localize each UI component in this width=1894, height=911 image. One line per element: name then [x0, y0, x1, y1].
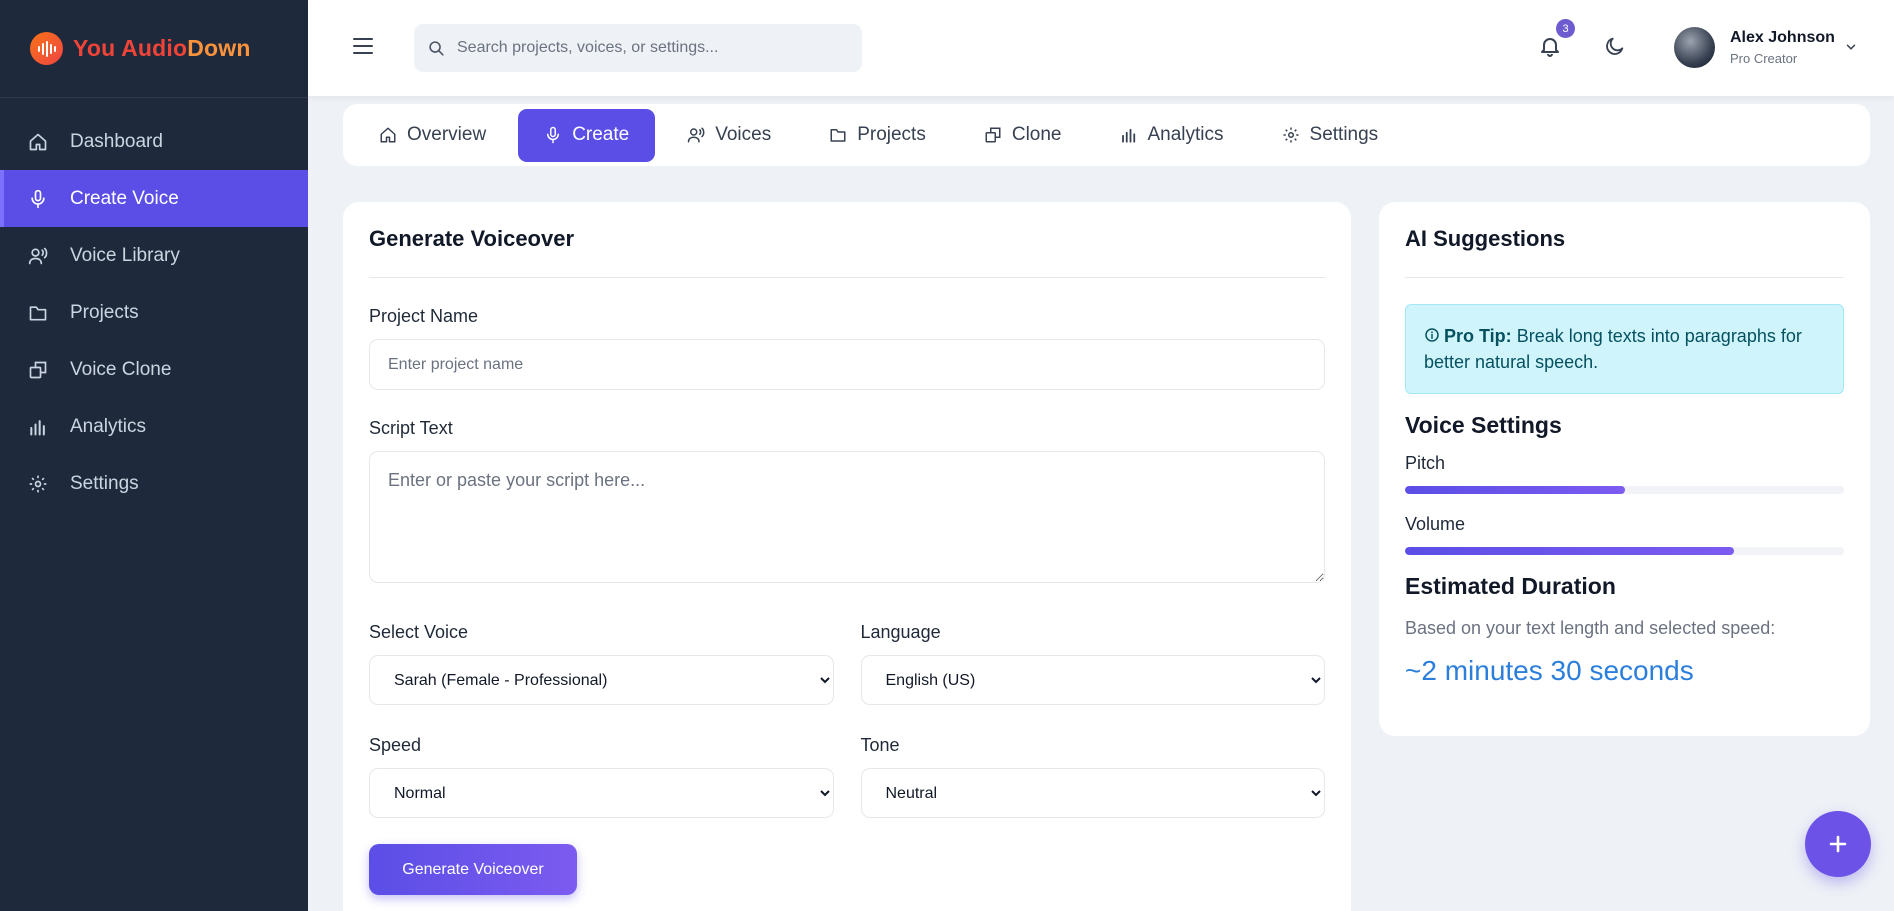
- tab-label: Create: [572, 124, 630, 145]
- generate-voiceover-card: Generate Voiceover Project Name Script T…: [343, 202, 1351, 911]
- speed-label: Speed: [369, 735, 422, 755]
- tab-overview[interactable]: Overview: [353, 109, 512, 162]
- gear-icon: [29, 475, 47, 492]
- tab-label: Clone: [1011, 124, 1062, 145]
- user-role: Pro Creator: [1730, 51, 1798, 66]
- clone-icon: [985, 127, 1001, 143]
- pitch-label: Pitch: [1405, 453, 1446, 473]
- moon-icon[interactable]: [1604, 35, 1626, 57]
- volume-bar-fill: [1405, 547, 1735, 555]
- folder-icon: [29, 305, 47, 320]
- sidebar-item-label: Projects: [70, 301, 139, 323]
- voice-select[interactable]: Sarah (Female - Professional): [369, 655, 834, 705]
- tab-analytics[interactable]: Analytics: [1094, 109, 1250, 162]
- sidebar-item-dashboard[interactable]: Dashboard: [0, 113, 308, 170]
- tone-select[interactable]: Neutral: [860, 768, 1325, 818]
- brand[interactable]: You AudioDown: [0, 0, 308, 98]
- sidebar-item-voice-library[interactable]: Voice Library: [0, 227, 308, 284]
- home-icon: [29, 133, 47, 150]
- chevron-down-icon[interactable]: [1844, 40, 1858, 54]
- tab-voices[interactable]: Voices: [661, 109, 797, 162]
- tab-label: Voices: [715, 124, 772, 145]
- avatar[interactable]: [1674, 27, 1715, 68]
- bar-chart-icon: [1121, 128, 1135, 143]
- speed-select[interactable]: Normal: [369, 768, 834, 818]
- pro-tip-prefix: Pro Tip:: [1444, 326, 1512, 346]
- bar-chart-icon: [30, 419, 45, 435]
- add-fab-button[interactable]: [1805, 811, 1871, 877]
- duration-description: Based on your text length and selected s…: [1405, 618, 1776, 638]
- sidebar-nav: Dashboard Create Voice Voice Library Pro…: [0, 113, 308, 512]
- sidebar-item-label: Voice Library: [70, 244, 180, 266]
- pitch-bar-fill: [1405, 486, 1625, 494]
- sidebar-item-label: Settings: [70, 472, 139, 494]
- tab-label: Analytics: [1147, 124, 1224, 145]
- info-icon: [1425, 328, 1439, 342]
- sidebar-item-analytics[interactable]: Analytics: [0, 398, 308, 455]
- tab-bar: Overview Create Voices Projects Clone An…: [343, 104, 1870, 166]
- language-select[interactable]: English (US): [860, 655, 1325, 705]
- tone-label: Tone: [860, 735, 900, 755]
- project-name-input[interactable]: [369, 339, 1325, 390]
- select-voice-label: Select Voice: [369, 622, 469, 642]
- sidebar-item-label: Create Voice: [70, 187, 179, 209]
- microphone-icon: [31, 189, 45, 208]
- user-name: Alex Johnson: [1730, 29, 1835, 46]
- pitch-bar: [1405, 486, 1844, 494]
- folder-icon: [830, 129, 846, 142]
- sidebar-item-voice-clone[interactable]: Voice Clone: [0, 341, 308, 398]
- tab-clone[interactable]: Clone: [958, 109, 1088, 162]
- brand-name: You AudioDown: [73, 35, 251, 61]
- audio-wave-logo-icon: [30, 32, 63, 65]
- project-name-label: Project Name: [369, 306, 479, 326]
- search-icon: [429, 40, 444, 56]
- script-text-label: Script Text: [369, 418, 453, 438]
- generate-voiceover-button[interactable]: Generate Voiceover: [369, 844, 577, 895]
- sidebar-item-label: Dashboard: [70, 130, 163, 152]
- script-textarea[interactable]: [369, 451, 1325, 583]
- voice-icon: [28, 247, 48, 264]
- sidebar-item-create-voice[interactable]: Create Voice: [0, 170, 308, 227]
- bell-icon[interactable]: [1538, 34, 1562, 58]
- language-label: Language: [860, 622, 941, 642]
- gear-icon: [1283, 127, 1299, 143]
- microphone-icon: [547, 126, 560, 144]
- topbar: 3 Alex Johnson Pro Creator: [308, 0, 1894, 96]
- clone-icon: [29, 361, 47, 378]
- card-title: AI Suggestions: [1405, 226, 1844, 278]
- sidebar-item-settings[interactable]: Settings: [0, 455, 308, 512]
- voice-icon: [687, 127, 705, 143]
- notification-badge: 3: [1556, 19, 1575, 38]
- tab-label: Settings: [1309, 124, 1379, 145]
- tab-label: Projects: [857, 124, 926, 145]
- search-input[interactable]: [457, 39, 837, 57]
- sidebar-item-label: Analytics: [70, 415, 147, 437]
- home-icon: [380, 127, 396, 143]
- volume-bar: [1405, 547, 1844, 555]
- card-title: Generate Voiceover: [369, 226, 1325, 278]
- tab-create[interactable]: Create: [518, 108, 656, 162]
- estimated-duration-title: Estimated Duration: [1405, 573, 1616, 599]
- sidebar-item-label: Voice Clone: [70, 358, 172, 380]
- tab-label: Overview: [407, 124, 487, 145]
- duration-value: ~2 minutes 30 seconds: [1405, 655, 1694, 686]
- plus-icon: [1829, 835, 1847, 853]
- sidebar-item-projects[interactable]: Projects: [0, 284, 308, 341]
- hamburger-menu-icon[interactable]: [352, 36, 374, 56]
- search-bar: [414, 24, 862, 72]
- ai-suggestions-card: AI Suggestions Pro Tip: Break long texts…: [1379, 202, 1870, 736]
- pro-tip-alert: Pro Tip: Break long texts into paragraph…: [1405, 304, 1844, 394]
- voice-settings-title: Voice Settings: [1405, 412, 1562, 438]
- tab-settings[interactable]: Settings: [1256, 109, 1405, 162]
- sidebar: You AudioDown Dashboard Create Voice Voi…: [0, 0, 308, 911]
- volume-label: Volume: [1405, 514, 1466, 534]
- tab-projects[interactable]: Projects: [803, 109, 952, 162]
